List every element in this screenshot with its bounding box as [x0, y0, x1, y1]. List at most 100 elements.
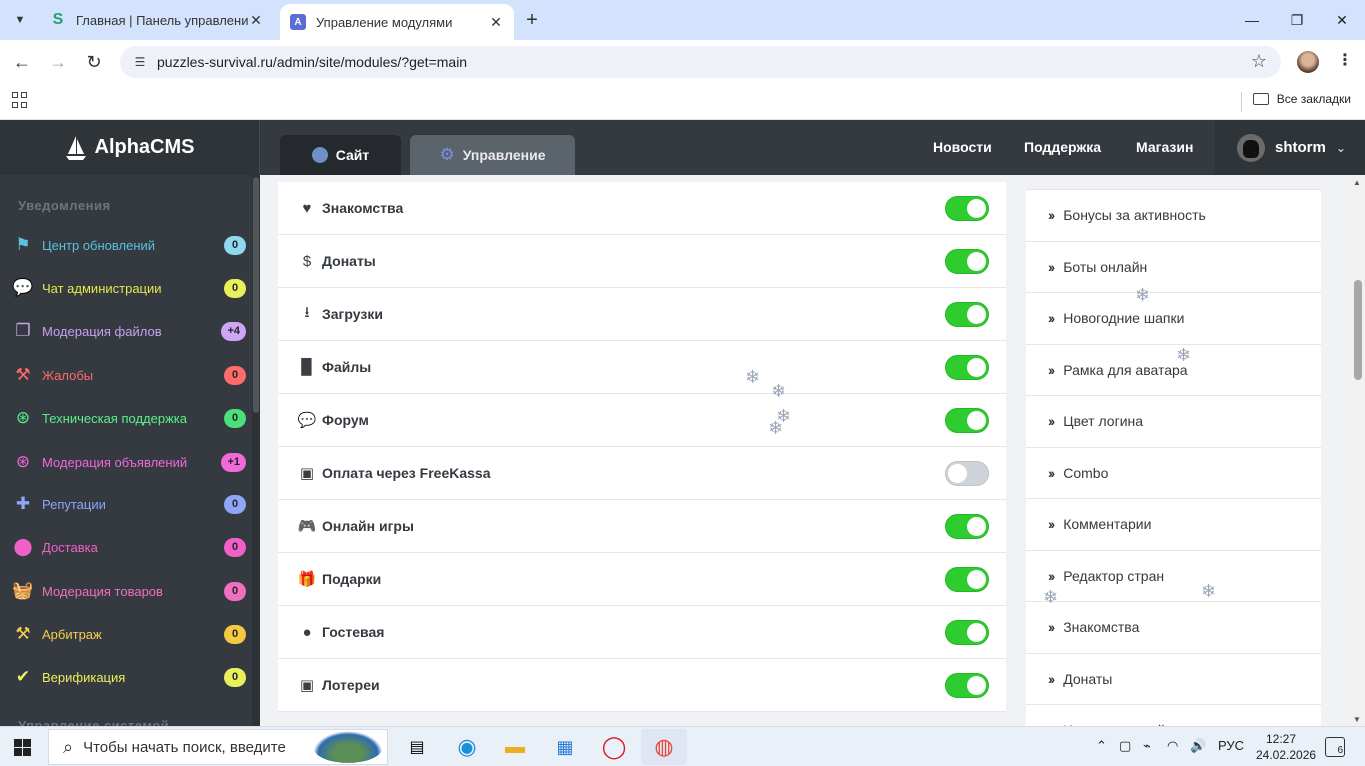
- module-label: Знакомства: [322, 200, 404, 216]
- notifications-icon[interactable]: 6: [1325, 737, 1345, 757]
- all-bookmarks-button[interactable]: Все закладки: [1252, 92, 1351, 106]
- task-view-icon[interactable]: ▤: [403, 733, 431, 761]
- brand-name: AlphaCMS: [94, 136, 195, 158]
- double-chevron-right-icon: › ›: [1048, 361, 1055, 378]
- browser-menu-icon[interactable]: ⋮: [1335, 50, 1355, 74]
- module-toggle-switch[interactable]: [945, 620, 989, 645]
- sidebar-item-label: Модерация объявлений: [42, 454, 188, 470]
- sidebar-item[interactable]: ⬤ Доставка 0: [12, 532, 246, 562]
- list-item[interactable]: › › Донаты: [1026, 654, 1321, 705]
- site-settings-icon[interactable]: ☰: [132, 54, 148, 70]
- screen: ▼ S Главная | Панель управления ✕ A Упра…: [0, 0, 1365, 766]
- store-icon[interactable]: ▦: [551, 733, 579, 761]
- site-favicon-icon: A: [290, 14, 306, 30]
- check-icon: ✔: [15, 667, 31, 686]
- all-bookmarks-label: Все закладки: [1276, 92, 1351, 106]
- new-tab-plus-icon[interactable]: +: [520, 8, 544, 32]
- profile-avatar[interactable]: [1297, 51, 1319, 73]
- sidebar-item[interactable]: ✚ Репутации 0: [12, 489, 246, 519]
- module-toggle-switch[interactable]: [945, 461, 989, 486]
- clock[interactable]: 12:27 24.02.2026: [1256, 731, 1316, 763]
- opera-browser-icon[interactable]: ◯: [600, 733, 628, 761]
- lifebuoy-icon: ⊛: [15, 408, 31, 427]
- browser-tab-dashboard[interactable]: S Главная | Панель управления ✕: [40, 4, 274, 36]
- module-label: Форум: [322, 412, 369, 428]
- sidebar-item-label: Репутации: [42, 496, 106, 512]
- heart-icon: ♥: [302, 199, 312, 217]
- back-arrow-icon[interactable]: ←: [10, 50, 34, 74]
- tab-manage[interactable]: ⚙ Управление: [410, 135, 575, 175]
- module-toggle-switch[interactable]: [945, 196, 989, 221]
- list-item[interactable]: › › Цвет логина: [1026, 396, 1321, 448]
- reload-icon[interactable]: ↻: [82, 50, 106, 74]
- module-toggle-switch[interactable]: [945, 249, 989, 274]
- sidebar-item-label: Верификация: [42, 669, 126, 685]
- sidebar-item[interactable]: ⊛ Модерация объявлений +1: [12, 447, 246, 477]
- nav-support-link[interactable]: Поддержка: [1024, 139, 1101, 155]
- url-omnibox[interactable]: ☰ puzzles-survival.ru/admin/site/modules…: [120, 46, 1281, 78]
- tab-search-chevron-icon[interactable]: ▼: [8, 8, 32, 32]
- close-icon[interactable]: ✕: [248, 12, 264, 29]
- list-item[interactable]: › › Новогодние шапки: [1026, 293, 1321, 345]
- sidebar-item[interactable]: 💬 Чат администрации 0: [12, 273, 246, 303]
- sidebar-scrollbar[interactable]: [252, 175, 260, 726]
- module-label: Онлайн игры: [322, 518, 414, 534]
- list-item[interactable]: › › Знакомства: [1026, 602, 1321, 654]
- wifi-icon[interactable]: ◠: [1167, 738, 1178, 754]
- close-icon[interactable]: ✕: [488, 14, 504, 31]
- list-item[interactable]: › › Рамка для аватара: [1026, 345, 1321, 396]
- restore-icon[interactable]: ❐: [1274, 0, 1320, 40]
- module-row: 🎁 Подарки: [278, 553, 1006, 606]
- page-scrollbar[interactable]: ▲ ▼: [1350, 175, 1365, 726]
- sidebar-item[interactable]: ⚒ Жалобы 0: [12, 360, 246, 390]
- language-indicator[interactable]: РУС: [1218, 738, 1244, 753]
- gavel-icon: ⚒: [15, 365, 31, 384]
- sidebar-item[interactable]: ⚒ Арбитраж 0: [12, 619, 246, 649]
- list-item[interactable]: › › Комментарии: [1026, 499, 1321, 551]
- chrome-browser-icon[interactable]: ◍: [650, 733, 678, 761]
- list-item[interactable]: › ›Игровые на сайт: [1026, 705, 1321, 726]
- double-chevron-right-icon: › ›: [1048, 619, 1055, 636]
- nav-shop-link[interactable]: Магазин: [1136, 139, 1193, 155]
- volume-icon[interactable]: 🔊: [1190, 738, 1206, 754]
- taskbar-search-input[interactable]: ⌕ Чтобы начать поиск, введите: [48, 729, 388, 765]
- double-chevron-right-icon: › ›: [1048, 207, 1055, 224]
- brand-logo-link[interactable]: AlphaCMS: [0, 120, 260, 175]
- bookmark-star-icon[interactable]: ☆: [1251, 51, 1267, 72]
- file-explorer-icon[interactable]: ▬: [501, 733, 529, 761]
- module-toggle-switch[interactable]: [945, 673, 989, 698]
- minimize-icon[interactable]: —: [1229, 0, 1275, 40]
- list-item[interactable]: › › Боты онлайн: [1026, 242, 1321, 293]
- module-toggle-switch[interactable]: [945, 567, 989, 592]
- window-close-icon[interactable]: ✕: [1319, 0, 1365, 40]
- sidebar-item[interactable]: ❐ Модерация файлов +4: [12, 316, 246, 346]
- list-item[interactable]: › › Бонусы за активность: [1026, 190, 1321, 242]
- url-text[interactable]: puzzles-survival.ru/admin/site/modules/?…: [157, 54, 467, 70]
- module-toggle-switch[interactable]: [945, 408, 989, 433]
- map-pin-icon: ⬤: [13, 537, 33, 556]
- browser-tab-modules[interactable]: A Управление модулями ✕: [280, 4, 514, 40]
- edge-browser-icon[interactable]: ◉: [453, 733, 481, 761]
- search-highlight-image: [313, 731, 383, 763]
- forward-arrow-icon[interactable]: →: [46, 50, 70, 74]
- list-item[interactable]: › › Combo: [1026, 448, 1321, 499]
- nav-news-link[interactable]: Новости: [933, 139, 992, 155]
- windows-start-icon[interactable]: [14, 739, 31, 756]
- list-item[interactable]: › › Редактор стран: [1026, 551, 1321, 602]
- module-row: 💬 Форум: [278, 394, 1006, 447]
- module-toggle-switch[interactable]: [945, 355, 989, 380]
- meeting-icon[interactable]: ▢: [1119, 738, 1131, 754]
- user-menu[interactable]: shtorm ⌄: [1215, 120, 1365, 175]
- sidebar-item[interactable]: ⚑ Центр обновлений 0: [12, 230, 246, 260]
- sidebar-item-label: Модерация товаров: [42, 583, 163, 599]
- basket-icon: 🧺: [12, 581, 34, 600]
- tray-chevron-up-icon[interactable]: ⌃: [1096, 738, 1107, 754]
- tab-site[interactable]: Сайт: [280, 135, 401, 175]
- module-toggle-switch[interactable]: [945, 302, 989, 327]
- sidebar-item[interactable]: ⊛ Техническая поддержка 0: [12, 403, 246, 433]
- module-toggle-switch[interactable]: [945, 514, 989, 539]
- sidebar-item[interactable]: ✔ Верификация 0: [12, 662, 246, 692]
- sidebar-item[interactable]: 🧺 Модерация товаров 0: [12, 576, 246, 606]
- power-icon[interactable]: ⌁: [1143, 738, 1151, 754]
- apps-grid-icon[interactable]: [12, 92, 28, 108]
